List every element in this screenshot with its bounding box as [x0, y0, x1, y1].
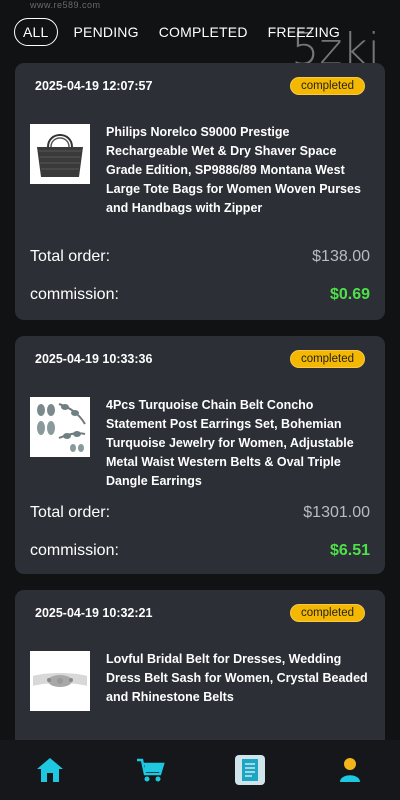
status-badge: completed: [289, 77, 365, 95]
order-card[interactable]: 2025-04-19 12:07:57 completed Philips No…: [15, 63, 385, 320]
bottom-nav: [0, 740, 400, 800]
total-order-value: $1301.00: [303, 504, 370, 521]
order-date: 2025-04-19 10:32:21: [35, 606, 153, 620]
total-order-value: $138.00: [312, 248, 370, 265]
commission-label: commission:: [30, 286, 119, 303]
commission-label: commission:: [30, 542, 119, 559]
status-badge: completed: [289, 350, 365, 368]
total-order-label: Total order:: [30, 248, 111, 265]
product-name: 4Pcs Turquoise Chain Belt Concho Stateme…: [106, 398, 354, 488]
tab-completed[interactable]: COMPLETED: [155, 18, 252, 46]
order-date: 2025-04-19 12:07:57: [35, 79, 153, 93]
product-image: [30, 651, 90, 711]
product-name: Philips Norelco S9000 Prestige Rechargea…: [106, 125, 361, 215]
order-list: 2025-04-19 12:07:57 completed Philips No…: [15, 63, 385, 766]
status-tabs: ALL PENDING COMPLETED FREEZING: [14, 16, 390, 48]
order-card[interactable]: 2025-04-19 10:33:36 completed 4Pcs Turqu…: [15, 336, 385, 574]
commission-value: $6.51: [329, 542, 370, 559]
product-name: Lovful Bridal Belt for Dresses, Wedding …: [106, 652, 368, 704]
cart-icon[interactable]: [130, 750, 170, 790]
home-icon[interactable]: [30, 750, 70, 790]
status-badge: completed: [289, 604, 365, 622]
order-date: 2025-04-19 10:33:36: [35, 352, 153, 366]
tab-freezing[interactable]: FREEZING: [264, 18, 344, 46]
tab-all[interactable]: ALL: [14, 18, 58, 46]
product-image: [30, 124, 90, 184]
order-card[interactable]: 2025-04-19 10:32:21 completed Lovful Bri…: [15, 590, 385, 750]
profile-icon[interactable]: [330, 750, 370, 790]
watermark-url: www.re589.com: [30, 0, 101, 10]
commission-value: $0.69: [329, 286, 370, 303]
orders-icon[interactable]: [230, 750, 270, 790]
tab-pending[interactable]: PENDING: [70, 18, 143, 46]
product-image: [30, 397, 90, 457]
total-order-label: Total order:: [30, 504, 111, 521]
